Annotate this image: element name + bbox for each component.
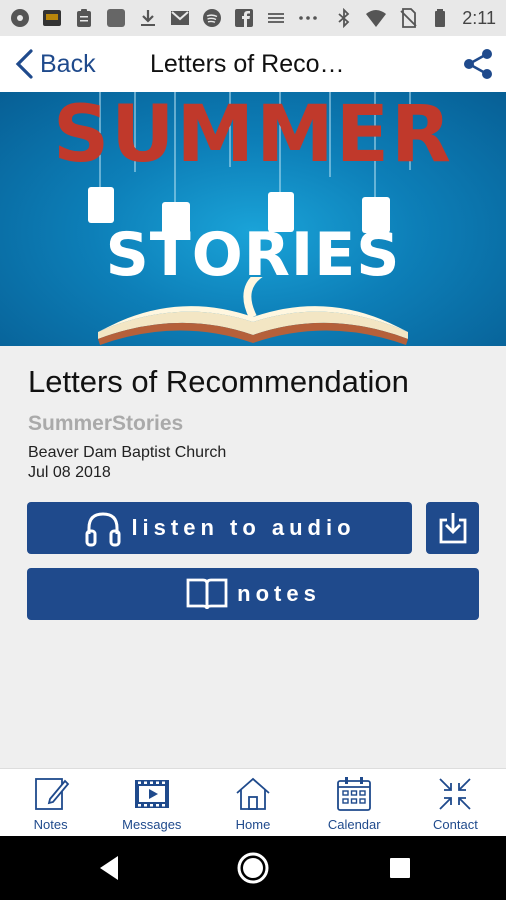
page-title: Letters of Reco… xyxy=(150,50,345,78)
nav-recents-icon[interactable] xyxy=(382,850,418,886)
chevron-left-icon xyxy=(15,49,33,79)
series-banner: SUMMER STORIES xyxy=(0,92,506,346)
dashboard-icon xyxy=(11,9,29,27)
tab-home-label: Home xyxy=(235,817,271,832)
tab-messages-label: Messages xyxy=(122,817,182,832)
nav-back-icon[interactable] xyxy=(92,850,128,886)
open-book-illustration xyxy=(98,277,408,345)
listen-to-audio-button[interactable]: listen to audio xyxy=(27,502,412,554)
church-name: Beaver Dam Baptist Church xyxy=(28,444,227,461)
share-icon[interactable] xyxy=(460,46,496,82)
news-icon xyxy=(268,13,284,23)
spotify-icon xyxy=(203,9,221,27)
bottom-tab-bar: Notes Messages Home Calendar Contact xyxy=(0,768,506,836)
nav-home-icon[interactable] xyxy=(235,850,271,886)
back-label: Back xyxy=(40,49,96,78)
no-sim-icon xyxy=(400,8,417,28)
download-button[interactable] xyxy=(426,502,479,554)
back-button[interactable]: Back xyxy=(14,46,96,82)
tab-calendar[interactable]: Calendar xyxy=(304,769,405,836)
sermon-date: Jul 08 2018 xyxy=(28,464,111,481)
download-icon xyxy=(141,10,155,26)
status-notifications xyxy=(10,8,318,28)
notes-label: notes xyxy=(237,581,321,606)
square-app-icon xyxy=(107,9,125,27)
system-nav-bar xyxy=(0,836,506,900)
status-time: 2:11 xyxy=(462,7,496,28)
wifi-icon xyxy=(366,10,387,27)
book-icon xyxy=(186,578,228,610)
tab-contact-label: Contact xyxy=(433,817,478,832)
tab-calendar-label: Calendar xyxy=(327,817,381,832)
bluetooth-icon xyxy=(338,8,350,28)
listen-label: listen to audio xyxy=(131,515,356,540)
screen: 2:11 Back Letters of Reco… SUMMER STORIE… xyxy=(0,0,506,900)
facebook-icon xyxy=(235,9,253,27)
battery-icon xyxy=(435,9,446,27)
more-icon xyxy=(299,16,317,20)
tab-notes[interactable]: Notes xyxy=(0,769,101,836)
series-name: SummerStories xyxy=(28,412,184,435)
notes-button[interactable]: notes xyxy=(27,568,479,620)
tab-home[interactable]: Home xyxy=(202,769,303,836)
clipboard-icon xyxy=(77,9,91,27)
notes-icon xyxy=(34,778,69,810)
sports-app-icon xyxy=(43,10,61,26)
sermon-info: Letters of Recommendation SummerStories … xyxy=(28,364,488,482)
tab-notes-label: Notes xyxy=(33,817,68,832)
banner-title-summer: SUMMER xyxy=(52,92,454,180)
download-tray-icon xyxy=(439,513,466,544)
tab-contact[interactable]: Contact xyxy=(405,769,506,836)
home-icon xyxy=(236,777,270,810)
gmail-icon xyxy=(171,11,189,25)
arrows-in-icon xyxy=(439,778,472,810)
app-header: Back Letters of Reco… xyxy=(0,36,506,92)
sermon-title: Letters of Recommendation xyxy=(28,364,409,399)
calendar-icon xyxy=(337,777,372,811)
headphones-icon xyxy=(85,512,121,547)
status-system: 2:11 xyxy=(334,8,496,29)
tab-messages[interactable]: Messages xyxy=(101,769,202,836)
status-bar: 2:11 xyxy=(0,0,506,36)
film-icon xyxy=(134,780,169,808)
